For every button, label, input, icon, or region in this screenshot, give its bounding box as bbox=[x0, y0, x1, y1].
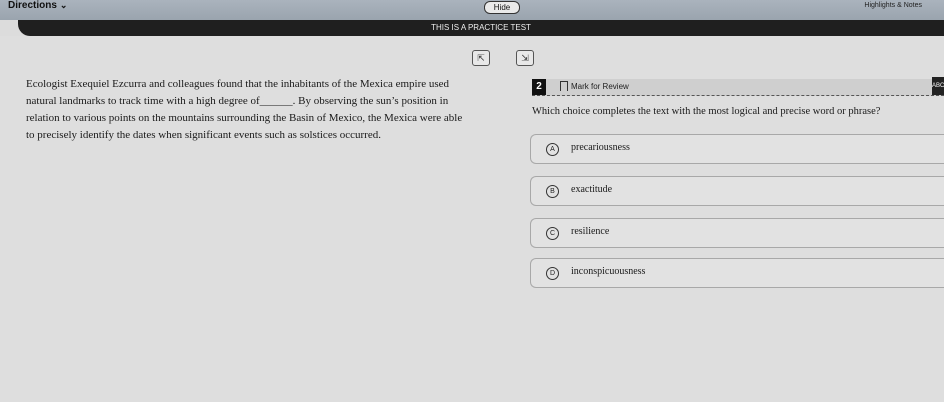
directions-label: Directions bbox=[8, 0, 57, 11]
choice-text: exactitude bbox=[571, 184, 613, 195]
choice-letter: C bbox=[546, 227, 559, 240]
expand-left-icon[interactable]: ⇱ bbox=[472, 50, 490, 66]
bookmark-icon bbox=[560, 81, 568, 91]
choice-d[interactable]: D inconspicuousness bbox=[530, 258, 944, 288]
chevron-down-icon: ⌄ bbox=[59, 0, 68, 10]
question-header: 2 Mark for Review ABC bbox=[532, 77, 944, 96]
highlights-notes-button[interactable]: Highlights & Notes bbox=[864, 2, 922, 9]
abc-eliminator-button[interactable]: ABC bbox=[932, 77, 944, 95]
top-toolbar: Directions ⌄ Hide Highlights & Notes bbox=[0, 0, 944, 20]
choice-text: resilience bbox=[571, 226, 610, 237]
choice-text: inconspicuousness bbox=[571, 266, 646, 277]
passage-text: Ecologist Exequiel Ezcurra and colleague… bbox=[26, 76, 472, 144]
pane-controls: ⇱ ⇲ bbox=[472, 50, 534, 66]
choice-c[interactable]: C resilience bbox=[530, 218, 944, 248]
hide-button[interactable]: Hide bbox=[484, 1, 520, 14]
directions-toggle[interactable]: Directions ⌄ bbox=[8, 0, 67, 11]
mark-for-review-button[interactable]: Mark for Review bbox=[560, 81, 629, 91]
choice-b[interactable]: B exactitude bbox=[530, 176, 944, 206]
test-content: ⇱ ⇲ Ecologist Exequiel Ezcurra and colle… bbox=[0, 36, 944, 402]
question-number: 2 bbox=[532, 79, 546, 95]
passage-blank: ______ bbox=[259, 95, 293, 107]
mark-for-review-label: Mark for Review bbox=[571, 81, 629, 91]
choice-letter: A bbox=[546, 143, 559, 156]
choice-letter: B bbox=[546, 185, 559, 198]
choice-a[interactable]: A precariousness bbox=[530, 134, 944, 164]
question-prompt: Which choice completes the text with the… bbox=[532, 106, 881, 117]
choice-text: precariousness bbox=[571, 142, 630, 153]
expand-right-icon[interactable]: ⇲ bbox=[516, 50, 534, 66]
choice-letter: D bbox=[546, 267, 559, 280]
practice-test-banner: THIS IS A PRACTICE TEST bbox=[18, 20, 944, 36]
